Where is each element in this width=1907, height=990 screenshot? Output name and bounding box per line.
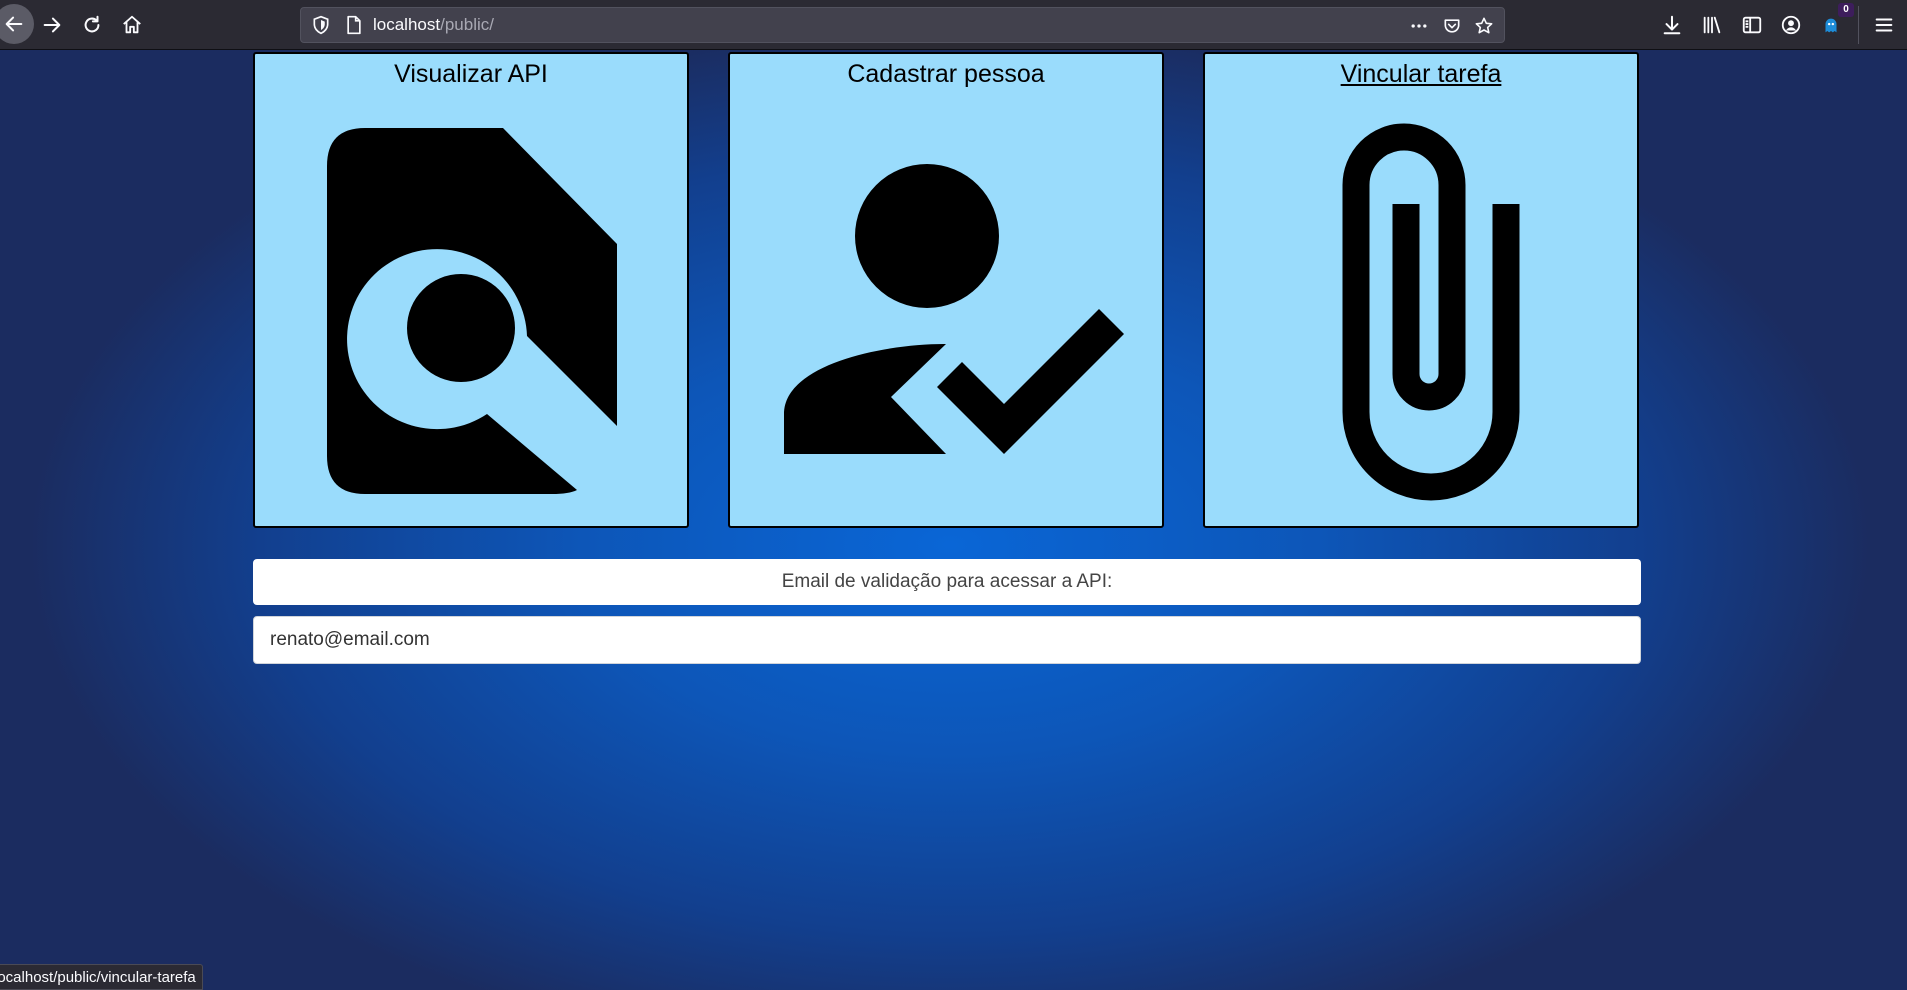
pocket-icon xyxy=(1444,19,1460,33)
library-button[interactable] xyxy=(1694,7,1730,43)
card-title: Visualizar API xyxy=(394,60,548,88)
card-visualizar-api[interactable]: Visualizar API xyxy=(253,52,689,528)
home-icon xyxy=(123,15,141,34)
notification-badge: 0 xyxy=(1838,3,1854,17)
reload-icon xyxy=(84,15,100,33)
status-bar: localhost/public/vincular-tarefa xyxy=(0,964,203,990)
url-path: /public/ xyxy=(440,15,494,34)
url-bar[interactable]: localhost/public/ xyxy=(300,7,1505,43)
browser-toolbar: localhost/public/ 0 xyxy=(0,0,1907,50)
email-input[interactable] xyxy=(253,616,1641,664)
status-link-text: localhost/public/vincular-tarefa xyxy=(0,968,196,986)
arrow-right-icon xyxy=(43,17,61,33)
person-check-icon xyxy=(784,164,1124,454)
page-icon[interactable] xyxy=(345,15,363,35)
sidebar-button[interactable] xyxy=(1734,7,1770,43)
download-icon xyxy=(1663,15,1681,35)
url-host: localhost xyxy=(373,15,441,34)
reload-button[interactable] xyxy=(74,7,110,43)
page-content: Visualizar API Cadastrar pessoa Vincular… xyxy=(0,50,1907,990)
url-text[interactable]: localhost/public/ xyxy=(373,15,494,35)
menu-button[interactable] xyxy=(1866,7,1902,43)
back-button[interactable] xyxy=(0,4,34,44)
star-icon xyxy=(1475,17,1493,34)
library-icon xyxy=(1703,16,1721,34)
paperclip-icon xyxy=(1342,123,1520,501)
pocket-button[interactable] xyxy=(1440,14,1464,38)
card-cadastrar-pessoa[interactable]: Cadastrar pessoa xyxy=(728,52,1164,528)
arrow-left-icon xyxy=(5,16,23,32)
find-in-page-icon xyxy=(327,128,617,494)
card-title: Vincular tarefa xyxy=(1340,60,1502,88)
email-label: Email de validação para acessar a API: xyxy=(253,559,1641,605)
bookmark-button[interactable] xyxy=(1472,14,1496,38)
downloads-button[interactable] xyxy=(1654,7,1690,43)
toolbar-separator xyxy=(1858,6,1859,44)
more-icon xyxy=(1411,24,1427,28)
forward-button[interactable] xyxy=(34,7,70,43)
shield-icon[interactable] xyxy=(311,15,331,35)
account-icon xyxy=(1781,15,1801,35)
extension-button[interactable]: 0 xyxy=(1813,3,1854,43)
sidebar-icon xyxy=(1742,16,1762,34)
account-button[interactable] xyxy=(1773,7,1809,43)
hamburger-menu-icon xyxy=(1875,18,1893,32)
card-vincular-tarefa[interactable]: Vincular tarefa xyxy=(1203,52,1639,528)
card-title: Cadastrar pessoa xyxy=(847,60,1045,88)
more-actions-button[interactable] xyxy=(1407,14,1431,38)
extension-icon xyxy=(1825,18,1837,33)
home-button[interactable] xyxy=(114,7,150,43)
